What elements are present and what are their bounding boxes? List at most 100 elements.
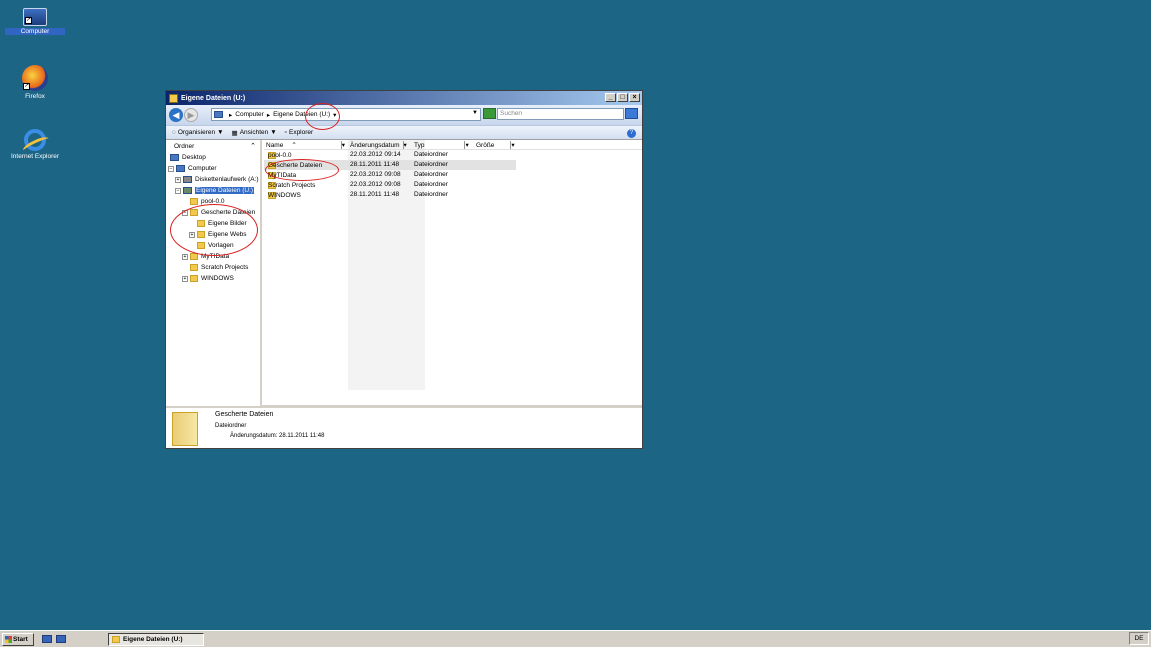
- annotation-circle-list-item: [265, 159, 339, 181]
- column-dropdown-icon[interactable]: ▾: [342, 141, 345, 149]
- show-desktop-icon[interactable]: [42, 635, 52, 643]
- chevron-up-icon[interactable]: ⌃: [250, 142, 256, 150]
- table-row[interactable]: Scratch Projects 22.03.2012 09:08 Dateio…: [264, 180, 642, 190]
- large-folder-icon: [172, 412, 198, 446]
- address-dropdown-icon[interactable]: ▼: [472, 110, 478, 116]
- folder-icon: [112, 635, 120, 643]
- breadcrumb-separator-icon: ▸: [229, 111, 233, 119]
- window-title: Eigene Dateien (U:): [181, 94, 246, 102]
- details-type: Dateiordner: [215, 423, 247, 429]
- address-field[interactable]: ▸ Computer ▸ Eigene Dateien (U:) ▾ ▼: [211, 108, 481, 121]
- explorer-icon: ▫: [284, 129, 287, 136]
- folder-icon: [190, 264, 198, 271]
- sort-icon: ⌃: [291, 142, 297, 149]
- internet-explorer-icon: [24, 129, 46, 151]
- explorer-window: Eigene Dateien (U:) _ □ × ◀ ▶ ▸ Computer…: [165, 90, 643, 449]
- row-type: Dateiordner: [414, 151, 448, 158]
- column-date[interactable]: Änderungsdatum ▾: [350, 141, 407, 149]
- expand-icon[interactable]: +: [175, 176, 181, 183]
- column-label: Größe: [476, 141, 495, 149]
- search-icon[interactable]: [625, 108, 638, 119]
- column-name[interactable]: Name ⌃ ▾: [266, 141, 345, 149]
- folder-tree: Ordner ⌃ Desktop − Computer + Diskettenl…: [166, 140, 262, 406]
- row-type: Dateiordner: [414, 161, 448, 168]
- row-type: Dateiordner: [414, 181, 448, 188]
- annotation-circle-tree: [170, 204, 258, 256]
- folder-icon: [190, 275, 198, 282]
- column-size[interactable]: Größe ▾: [476, 141, 515, 149]
- column-label: Änderungsdatum: [350, 141, 400, 149]
- explorer-label: Explorer: [288, 129, 314, 136]
- collapse-icon[interactable]: −: [168, 165, 174, 172]
- collapse-icon[interactable]: −: [175, 187, 181, 194]
- organize-label: Organisieren: [177, 129, 216, 136]
- views-label: Ansichten: [239, 129, 269, 136]
- row-date: 22.03.2012 09:08: [350, 171, 401, 178]
- expand-icon[interactable]: +: [182, 253, 188, 260]
- expand-icon[interactable]: +: [182, 275, 188, 282]
- tree-header-label: Ordner: [174, 142, 195, 150]
- breadcrumb-separator-icon: ▸: [266, 111, 271, 119]
- floppy-drive-icon: [183, 176, 192, 183]
- tree-item-desktop[interactable]: Desktop: [166, 152, 260, 163]
- column-dropdown-icon[interactable]: ▾: [511, 141, 514, 149]
- tree-item-computer[interactable]: − Computer: [166, 163, 260, 174]
- column-label: Name: [266, 141, 284, 149]
- breadcrumb-computer[interactable]: Computer: [235, 111, 264, 118]
- table-row[interactable]: pool-0.0 22.03.2012 09:14 Dateiordner: [264, 150, 642, 160]
- chevron-down-icon: ▼: [217, 129, 224, 136]
- tree-header[interactable]: Ordner ⌃: [166, 140, 260, 152]
- views-icon: ▦: [231, 129, 238, 137]
- language-indicator[interactable]: DE: [1129, 632, 1149, 645]
- start-button[interactable]: Start: [2, 632, 34, 646]
- tree-item-label: Desktop: [182, 154, 206, 161]
- address-bar: ◀ ▶ ▸ Computer ▸ Eigene Dateien (U:) ▾ ▼…: [166, 105, 642, 125]
- column-type[interactable]: Typ ▾: [414, 141, 469, 149]
- annotation-circle-address: [305, 103, 340, 130]
- maximize-button[interactable]: □: [617, 93, 628, 102]
- network-drive-icon: [183, 187, 192, 194]
- computer-icon: ↗: [23, 8, 47, 26]
- views-button[interactable]: ▦ Ansichten ▼: [232, 129, 277, 137]
- close-button[interactable]: ×: [629, 93, 640, 102]
- details-modified: Änderungsdatum: 28.11.2011 11:48: [230, 433, 325, 439]
- computer-icon: [214, 111, 223, 118]
- row-date: 28.11.2011 11:48: [350, 191, 400, 198]
- help-icon[interactable]: ?: [627, 129, 636, 138]
- back-button[interactable]: ◀: [169, 108, 183, 122]
- desktop-icon-internet-explorer[interactable]: Internet Explorer: [5, 129, 65, 160]
- switch-windows-icon[interactable]: [56, 635, 66, 643]
- tree-item-label: Computer: [188, 165, 217, 172]
- forward-button[interactable]: ▶: [184, 108, 198, 122]
- windows-logo-icon: [5, 635, 12, 643]
- search-input[interactable]: Suchen: [497, 108, 624, 120]
- row-date: 28.11.2011 11:48: [350, 161, 400, 168]
- tree-item-label: Scratch Projects: [201, 264, 249, 271]
- tree-item-label: Diskettenlaufwerk (A:): [195, 176, 259, 183]
- tree-item-eigene-dateien[interactable]: − Eigene Dateien (U:): [166, 185, 260, 196]
- tree-item-floppy[interactable]: + Diskettenlaufwerk (A:): [166, 174, 260, 185]
- tree-item-label: WINDOWS: [201, 275, 234, 282]
- taskbar-button-eigene-dateien[interactable]: Eigene Dateien (U:): [108, 632, 204, 646]
- desktop-icon-computer[interactable]: ↗ Computer: [5, 4, 65, 35]
- desktop-icon: [170, 154, 179, 161]
- quick-launch: [42, 635, 66, 643]
- row-name: pool-0.0: [268, 152, 292, 159]
- window-titlebar[interactable]: Eigene Dateien (U:) _ □ ×: [166, 91, 642, 105]
- folder-icon: [169, 93, 178, 103]
- folder-icon: [190, 198, 198, 205]
- refresh-button[interactable]: [483, 108, 496, 119]
- minimize-button[interactable]: _: [605, 93, 616, 102]
- organize-button[interactable]: ◌ Organisieren ▼: [172, 129, 224, 136]
- column-label: Typ: [414, 141, 425, 149]
- taskbar-button-label: Eigene Dateien (U:): [123, 635, 183, 643]
- explorer-button[interactable]: ▫ Explorer: [285, 129, 314, 136]
- desktop-icon-firefox[interactable]: ↗ Firefox: [5, 65, 65, 100]
- column-dropdown-icon[interactable]: ▾: [404, 141, 407, 149]
- table-row[interactable]: WINDOWS 28.11.2011 11:48 Dateiordner: [264, 190, 642, 200]
- row-type: Dateiordner: [414, 171, 448, 178]
- tree-item-windows[interactable]: + WINDOWS: [166, 273, 260, 284]
- desktop-icon-label: Internet Explorer: [10, 153, 60, 160]
- tree-item-scratch-projects[interactable]: Scratch Projects: [166, 262, 260, 273]
- column-dropdown-icon[interactable]: ▾: [465, 141, 468, 149]
